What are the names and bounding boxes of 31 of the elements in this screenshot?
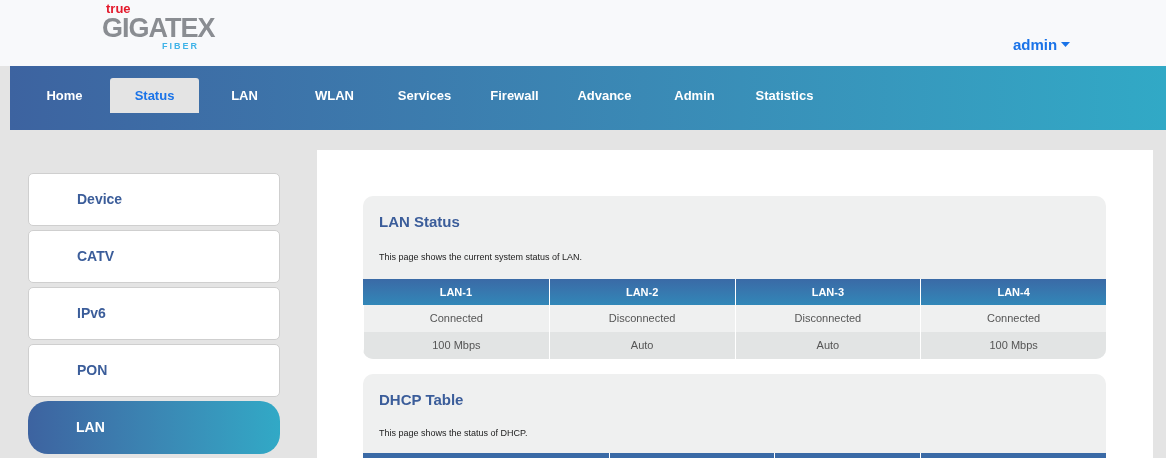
nav-tab[interactable]: Statistics: [740, 78, 829, 113]
card-title: LAN Status: [378, 212, 461, 232]
table-cell: 100 Mbps: [363, 332, 549, 359]
card-description: This page shows the current system status of LAN.: [378, 250, 584, 264]
card-description: This page shows the status of DHCP.: [378, 426, 529, 440]
sidebar-item[interactable]: CATV: [28, 230, 280, 283]
table-cell: Auto: [548, 332, 735, 359]
nav-tab[interactable]: LAN: [200, 78, 289, 113]
logo-name: GIGATEX: [102, 15, 215, 42]
nav-tab[interactable]: Firewall: [470, 78, 559, 113]
nav-tab[interactable]: WLAN: [290, 78, 379, 113]
table-cell: Auto: [734, 332, 921, 359]
table-cell: 100 Mbps: [920, 332, 1106, 359]
sidebar-item[interactable]: PON: [28, 344, 280, 397]
nav-tab[interactable]: Status: [110, 78, 199, 113]
logo-sub: FIBER: [162, 42, 199, 51]
sidebar-item[interactable]: LAN: [28, 401, 280, 454]
column-header: LAN-1: [363, 279, 549, 305]
nav-tab[interactable]: Home: [20, 78, 109, 113]
nav-tab[interactable]: Services: [380, 78, 469, 113]
logo-brand: true: [106, 2, 131, 15]
sidebar-item[interactable]: Device: [28, 173, 280, 226]
card-title: DHCP Table: [378, 390, 465, 410]
nav-tab[interactable]: Advance: [560, 78, 649, 113]
sidebar-item[interactable]: IPv6: [28, 287, 280, 340]
column-header: LAN-3: [734, 279, 921, 305]
nav-tab[interactable]: Admin: [650, 78, 739, 113]
user-menu[interactable]: admin: [1013, 34, 1071, 57]
column-header: LAN-2: [548, 279, 735, 305]
caret-icon: [1061, 42, 1071, 49]
column-header: LAN-4: [920, 279, 1106, 305]
